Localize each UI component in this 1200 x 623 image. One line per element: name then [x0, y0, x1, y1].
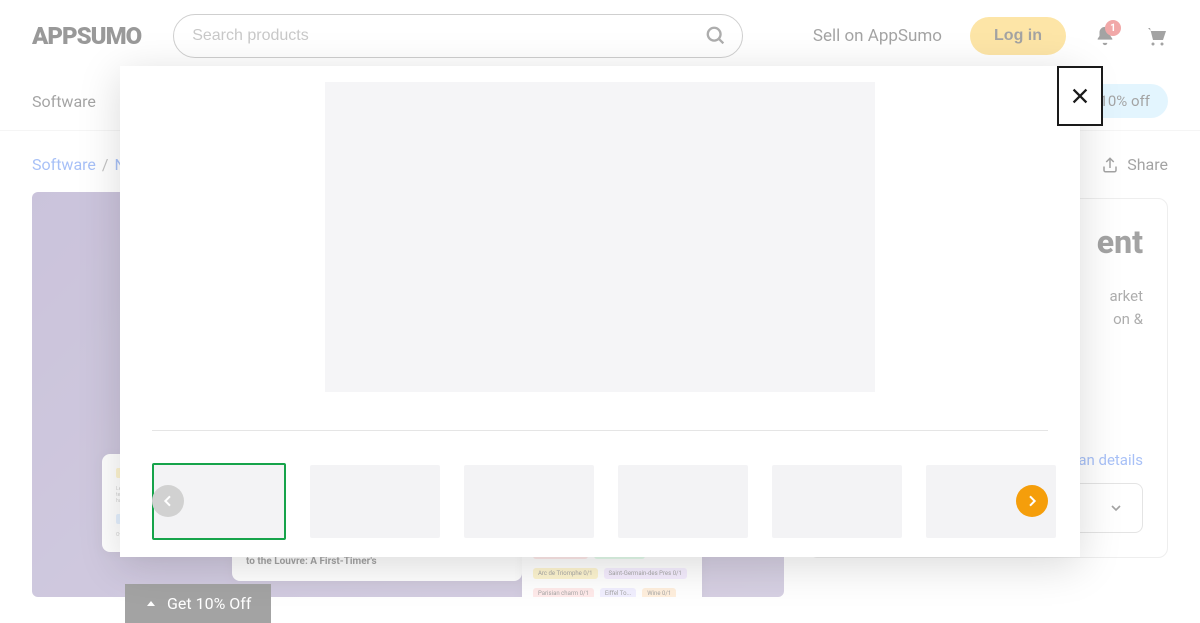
thumbnail[interactable] [772, 465, 902, 538]
gallery-next-button[interactable] [1016, 485, 1048, 517]
close-button[interactable] [1057, 66, 1103, 126]
gallery-prev-button[interactable] [152, 485, 184, 517]
gallery-main-image [325, 82, 875, 392]
thumbnail-strip [120, 431, 1080, 540]
chevron-right-icon [1024, 493, 1040, 509]
image-gallery-modal [120, 66, 1080, 557]
thumbnail[interactable] [464, 465, 594, 538]
thumbnail[interactable] [310, 465, 440, 538]
close-icon [1069, 85, 1091, 107]
thumbnail[interactable] [618, 465, 748, 538]
chevron-left-icon [160, 493, 176, 509]
